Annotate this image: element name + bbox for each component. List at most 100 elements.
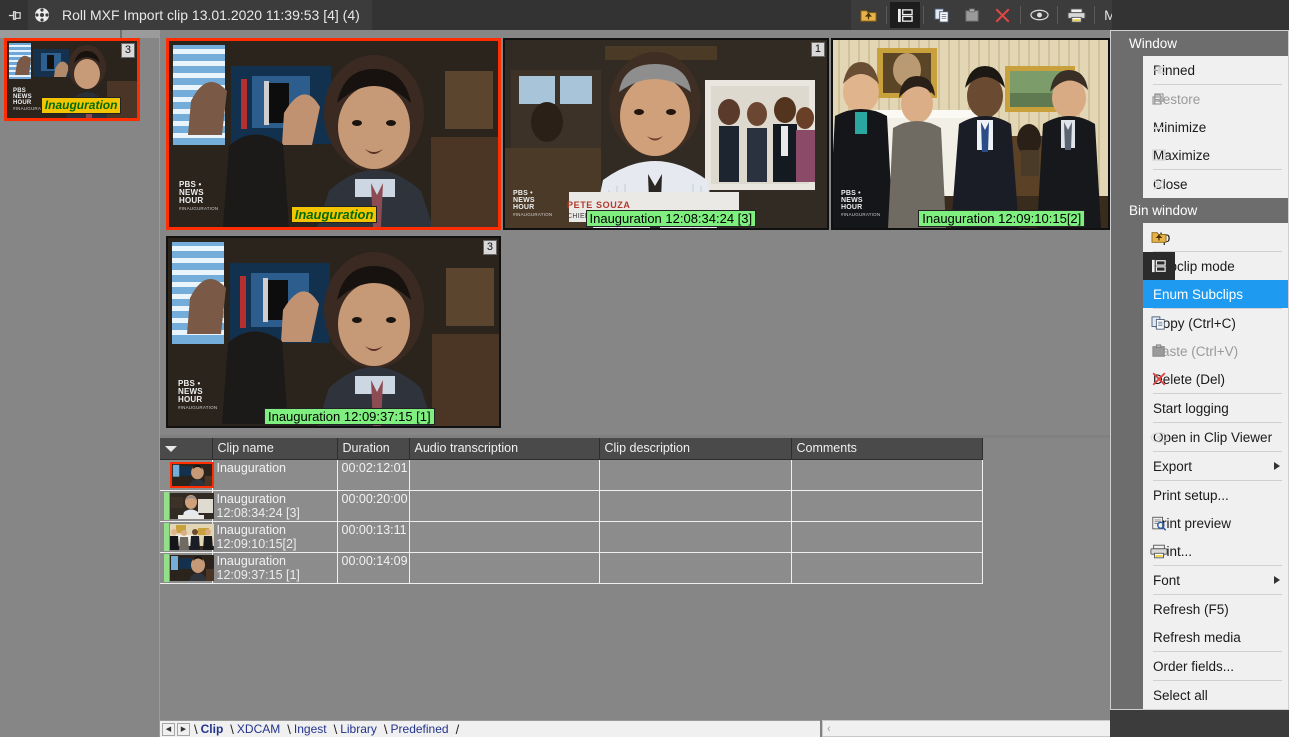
tab-divider: /: [456, 722, 460, 737]
cell-clip-description: [599, 459, 791, 490]
menu-item-invert-selection[interactable]: Invert the selection: [1143, 709, 1289, 710]
row-thumbnail-cell[interactable]: [160, 521, 212, 552]
column-header-clip-description[interactable]: Clip description: [599, 438, 791, 459]
menu-item-copy[interactable]: Copy (Ctrl+C): [1143, 309, 1289, 337]
menu-item-select-all[interactable]: Select all: [1143, 681, 1289, 709]
context-menu-items: Window Pinned Restore Minimize Maximize: [1143, 31, 1289, 709]
clip-thumb-3-image: PBS •NEWSHOUR#INAUGURATION Inauguration …: [833, 40, 1108, 228]
menu-item-print-preview[interactable]: Print preview: [1143, 509, 1289, 537]
menu-item-minimize[interactable]: Minimize: [1143, 113, 1289, 141]
column-header-audio-transcription[interactable]: Audio transcription: [409, 438, 599, 459]
sort-descending-icon: [165, 446, 177, 452]
menu-item-close[interactable]: Close: [1143, 170, 1289, 198]
column-header-clip-name[interactable]: Clip name: [212, 438, 337, 459]
clip-time-text: 12:08:34:24 [3]: [217, 506, 333, 520]
row-thumbnail-cell[interactable]: [160, 552, 212, 583]
menu-item-label: Refresh (F5): [1153, 602, 1229, 617]
bin-thumb-corner-number: 3: [121, 43, 135, 58]
cell-comments: [791, 459, 982, 490]
clip-thumb-1-image: PBS •NEWSHOUR#INAUGURATION Inauguration: [169, 41, 498, 227]
table-row[interactable]: Inauguration 12:09:37:15 [1] 00:00:14:09: [160, 552, 982, 583]
cell-audio-transcription: [409, 490, 599, 521]
folder-up-icon[interactable]: [853, 2, 883, 28]
menu-item-paste: Paste (Ctrl+V): [1143, 337, 1289, 365]
menu-item-label: Order fields...: [1153, 659, 1234, 674]
row-thumbnail-cell[interactable]: [160, 490, 212, 521]
toolbar-separator: [1057, 6, 1058, 24]
bin-sidebar: PBSNEWSHOUR#INAUGURATION Inauguration 3: [0, 30, 160, 737]
cell-duration: 00:00:20:00: [337, 490, 409, 521]
menu-item-label: Enum Subclips: [1153, 287, 1243, 302]
column-header-sort[interactable]: [160, 438, 212, 459]
table-row[interactable]: Inauguration 12:08:34:24 [3] 00:00:20:00: [160, 490, 982, 521]
delete-icon[interactable]: [987, 2, 1017, 28]
cell-clip-name: Inauguration 12:08:34:24 [3]: [212, 490, 337, 521]
menu-item-up[interactable]: Up: [1143, 223, 1289, 251]
cell-clip-name: Inauguration 12:09:37:15 [1]: [212, 552, 337, 583]
bin-thumb[interactable]: PBSNEWSHOUR#INAUGURATION Inauguration 3: [4, 38, 140, 121]
menu-item-open-in-clip-viewer[interactable]: Open in Clip Viewer: [1143, 423, 1289, 451]
tab-scroll-prev[interactable]: ◀: [162, 723, 175, 736]
menu-item-pinned[interactable]: Pinned: [1143, 56, 1289, 84]
menu-item-subclip-mode[interactable]: Subclip mode: [1143, 252, 1289, 280]
menu-item-maximize[interactable]: Maximize: [1143, 141, 1289, 169]
cell-duration: 00:02:12:01: [337, 459, 409, 490]
row-thumbnail-cell[interactable]: [160, 459, 212, 490]
menu-item-export[interactable]: Export: [1143, 452, 1289, 480]
menu-item-label: Print setup...: [1153, 488, 1229, 503]
paste-icon: [957, 2, 987, 28]
submenu-arrow-icon: [1274, 462, 1280, 470]
context-menu-icon-gutter: [1111, 31, 1143, 709]
menu-section-header-window: Window: [1111, 31, 1289, 56]
clip-thumb-2[interactable]: PBS •NEWSHOUR#INAUGURATION PETE SOUZA CH…: [503, 38, 829, 230]
tab-ingest[interactable]: Ingest: [291, 722, 334, 736]
cell-clip-description: [599, 521, 791, 552]
eye-icon[interactable]: [1024, 2, 1054, 28]
table-row[interactable]: Inauguration 12:09:10:15[2] 00:00:13:11: [160, 521, 982, 552]
tab-clip[interactable]: Clip: [198, 722, 231, 736]
menu-item-refresh[interactable]: Refresh (F5): [1143, 595, 1289, 623]
row-thumbnail: [170, 462, 214, 488]
cell-audio-transcription: [409, 521, 599, 552]
delete-icon: [1143, 365, 1175, 393]
table-row[interactable]: Inauguration 00:02:12:01: [160, 459, 982, 490]
tab-xdcam[interactable]: XDCAM: [234, 722, 287, 736]
tab-scroll-next[interactable]: ▶: [177, 723, 190, 736]
close-icon: [1143, 170, 1175, 198]
column-header-comments[interactable]: Comments: [791, 438, 982, 459]
menu-item-font[interactable]: Font: [1143, 566, 1289, 594]
menu-item-label: Select all: [1153, 688, 1208, 703]
tab-list: \ Clip \ XDCAM \ Ingest \ Library \ Pred…: [194, 722, 459, 737]
menu-item-enum-subclips[interactable]: Enum Subclips: [1143, 280, 1289, 308]
menu-item-refresh-media[interactable]: Refresh media: [1143, 623, 1289, 651]
menu-item-order-fields[interactable]: Order fields...: [1143, 652, 1289, 680]
table-header-row: Clip name Duration Audio transcription C…: [160, 438, 982, 459]
scroll-left-arrow[interactable]: ‹: [827, 723, 831, 735]
list-view-icon[interactable]: [890, 2, 920, 28]
pin-icon[interactable]: [0, 0, 28, 30]
sidebar-scrollbar[interactable]: [0, 30, 160, 38]
clip-thumb-3-label: Inauguration 12:09:10:15[2]: [918, 210, 1085, 227]
column-header-duration[interactable]: Duration: [337, 438, 409, 459]
clip-thumb-1[interactable]: PBS •NEWSHOUR#INAUGURATION Inauguration: [166, 38, 501, 230]
menu-item-print-setup[interactable]: Print setup...: [1143, 481, 1289, 509]
copy-icon[interactable]: [927, 2, 957, 28]
menu-item-print[interactable]: Print...: [1143, 537, 1289, 565]
menu-item-start-logging[interactable]: Start logging: [1143, 394, 1289, 422]
menu-item-restore: Restore: [1143, 85, 1289, 113]
bin-thumb-image: PBSNEWSHOUR#INAUGURATION Inauguration 3: [7, 41, 137, 118]
clip-thumb-4[interactable]: PBS •NEWSHOUR#INAUGURATION Inauguration …: [166, 236, 501, 428]
print-icon[interactable]: [1061, 2, 1091, 28]
row-thumbnail: [170, 555, 214, 581]
clip-name-text: Inauguration: [217, 461, 333, 475]
clip-thumb-3[interactable]: PBS •NEWSHOUR#INAUGURATION Inauguration …: [831, 38, 1110, 230]
cell-comments: [791, 552, 982, 583]
tab-library[interactable]: Library: [337, 722, 384, 736]
clip-thumb-4-image: PBS •NEWSHOUR#INAUGURATION Inauguration …: [168, 238, 499, 426]
menu-item-label: Start logging: [1153, 401, 1229, 416]
clip-time-text: 12:09:10:15[2]: [217, 537, 333, 551]
tab-predefined[interactable]: Predefined: [388, 722, 456, 736]
menu-item-delete[interactable]: Delete (Del): [1143, 365, 1289, 393]
clip-thumb-4-label: Inauguration 12:09:37:15 [1]: [264, 408, 435, 425]
title-bar: Roll MXF Import clip 13.01.2020 11:39:53…: [0, 0, 1289, 30]
